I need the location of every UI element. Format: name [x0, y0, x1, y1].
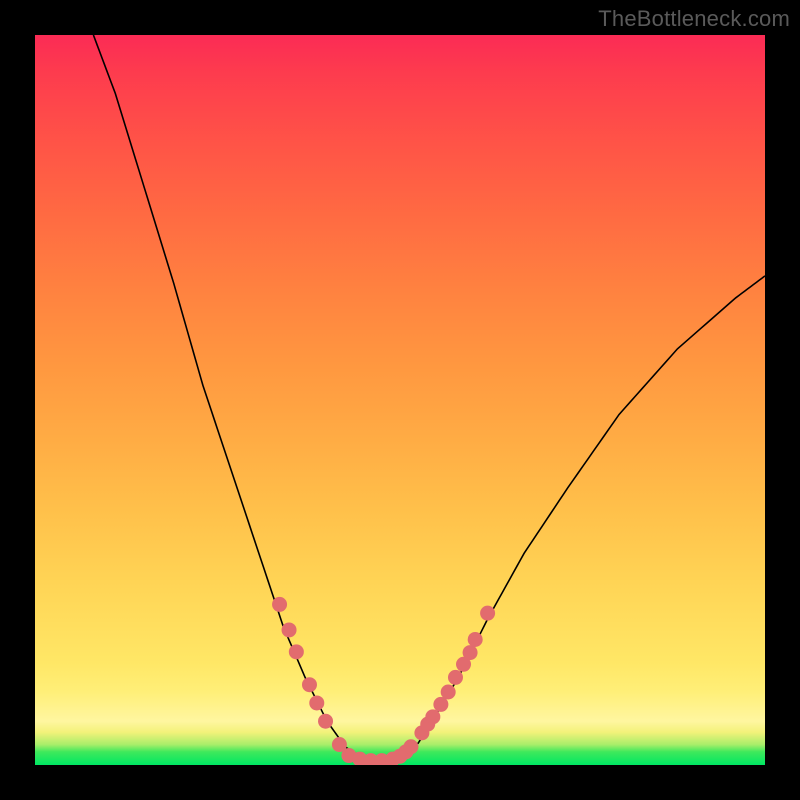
- data-point: [302, 677, 317, 692]
- plot-area: [35, 35, 765, 765]
- data-point: [403, 739, 418, 754]
- data-point: [468, 632, 483, 647]
- data-point: [282, 622, 297, 637]
- data-point: [463, 645, 478, 660]
- chart-svg: [35, 35, 765, 765]
- data-point: [441, 685, 456, 700]
- watermark-text: TheBottleneck.com: [598, 6, 790, 32]
- data-point: [448, 670, 463, 685]
- bottleneck-curve: [93, 35, 765, 761]
- data-point: [425, 709, 440, 724]
- data-points-group: [272, 597, 495, 765]
- data-point: [272, 597, 287, 612]
- data-point: [318, 714, 333, 729]
- data-point: [309, 695, 324, 710]
- curve-path: [93, 35, 765, 761]
- chart-frame: TheBottleneck.com: [0, 0, 800, 800]
- data-point: [289, 644, 304, 659]
- data-point: [480, 606, 495, 621]
